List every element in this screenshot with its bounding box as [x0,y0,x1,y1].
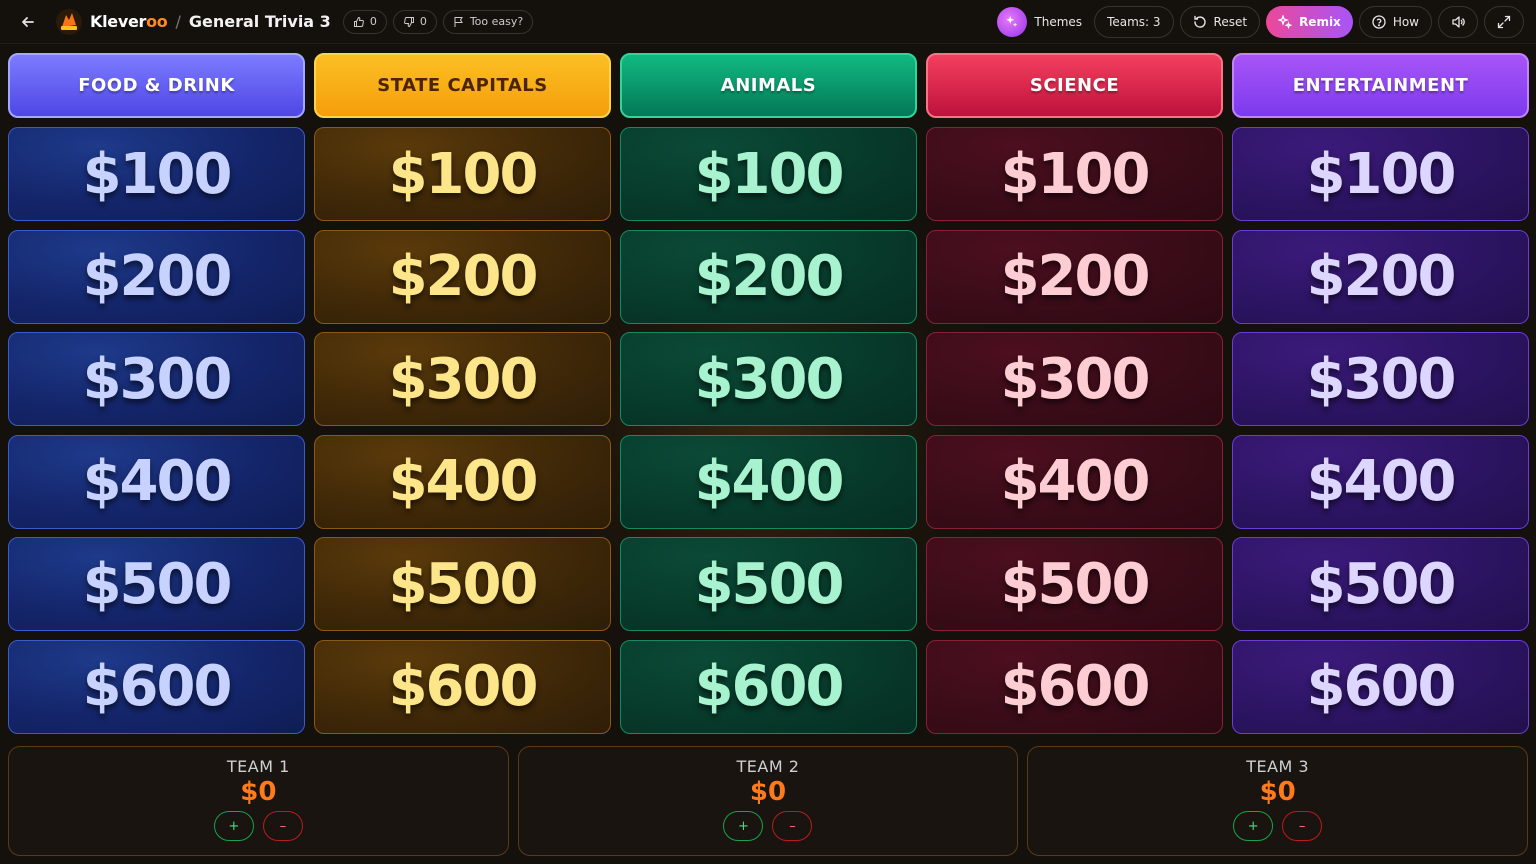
team-score-controls: + – [213,811,303,841]
brand-name-part1: Klever [90,12,147,31]
flag-icon [454,16,463,27]
question-tile[interactable]: $100 [314,127,611,221]
team-name: TEAM 2 [736,757,800,776]
question-tile[interactable]: $100 [1232,127,1529,221]
kleveroo-logo-icon[interactable] [54,7,84,37]
question-tile[interactable]: $600 [620,639,917,734]
question-tile[interactable]: $300 [926,332,1223,426]
team-card: TEAM 1 $0 + – [8,746,509,856]
thumbs-down-icon [403,16,414,27]
question-tile[interactable]: $500 [8,537,305,631]
category-header: STATE CAPITALS [314,53,611,118]
question-tile[interactable]: $200 [1232,229,1529,324]
thumbs-up-icon [353,16,364,27]
remix-button[interactable]: Remix [1266,5,1353,38]
team-card: TEAM 3 $0 + – [1027,746,1528,856]
teams-count-label: Teams: 3 [1107,14,1161,29]
question-tile[interactable]: $500 [1232,537,1529,631]
sound-toggle-button[interactable] [1438,5,1478,38]
question-tile[interactable]: $500 [620,537,917,631]
top-bar-left: Kleveroo / General Trivia 3 0 0 Too easy… [16,7,539,37]
category-column-food-drink: FOOD & DRINK $100 $200 $300 $400 $500 $6… [8,53,305,742]
category-header: FOOD & DRINK [8,53,305,118]
question-tile[interactable]: $300 [314,332,611,426]
expand-icon [1497,15,1511,28]
question-tile[interactable]: $200 [8,229,305,324]
back-arrow-icon[interactable] [16,10,40,34]
too-easy-feedback-button[interactable]: Too easy? [442,9,534,34]
question-tile[interactable]: $100 [926,127,1223,221]
dislike-count: 0 [419,15,427,28]
question-tile[interactable]: $400 [926,434,1223,529]
brand-name-part2: oo [146,12,168,31]
sparkles-icon [997,6,1028,37]
how-label: How [1392,14,1419,29]
question-tile[interactable]: $600 [314,639,611,734]
teams-count-button[interactable]: Teams: 3 [1094,5,1174,38]
breadcrumb-separator: / [175,12,181,31]
team-score: $0 [240,777,277,807]
team-name: TEAM 1 [226,757,290,776]
subtract-points-button[interactable]: – [772,811,813,841]
category-column-animals: ANIMALS $100 $200 $300 $400 $500 $600 [620,53,917,742]
question-tile[interactable]: $100 [620,127,917,221]
category-column-entertainment: ENTERTAINMENT $100 $200 $300 $400 $500 $… [1232,53,1529,742]
team-score: $0 [749,777,787,807]
too-easy-label: Too easy? [469,15,524,28]
question-tile[interactable]: $200 [314,229,611,324]
question-tile[interactable]: $600 [1232,639,1529,734]
game-board: FOOD & DRINK $100 $200 $300 $400 $500 $6… [8,53,1529,742]
themes-label: Themes [1034,14,1083,29]
question-tile[interactable]: $200 [620,229,917,324]
category-column-state-capitals: STATE CAPITALS $100 $200 $300 $400 $500 … [314,53,611,742]
question-tile[interactable]: $500 [926,537,1223,631]
brand-name[interactable]: Kleveroo [90,12,168,31]
team-score-controls: + – [723,811,813,841]
themes-button[interactable]: Themes [997,6,1088,38]
help-circle-icon [1372,14,1386,29]
like-button[interactable]: 0 [342,9,387,34]
remix-label: Remix [1299,14,1341,29]
fullscreen-button[interactable] [1484,5,1524,38]
reset-label: Reset [1213,14,1248,29]
top-bar-right: Themes Teams: 3 Reset Remix How [991,5,1524,38]
category-header: ENTERTAINMENT [1232,53,1529,118]
team-card: TEAM 2 $0 + – [517,746,1019,856]
add-points-button[interactable]: + [1233,811,1274,841]
question-tile[interactable]: $400 [314,434,611,529]
add-points-button[interactable]: + [213,811,254,841]
team-scoreboard: TEAM 1 $0 + – TEAM 2 $0 + – TEAM 3 $0 + … [8,746,1528,856]
question-tile[interactable]: $600 [926,639,1223,734]
category-header: SCIENCE [926,53,1223,118]
game-title: General Trivia 3 [188,12,331,31]
subtract-points-button[interactable]: – [1282,811,1323,841]
reset-button[interactable]: Reset [1179,5,1261,38]
team-name: TEAM 3 [1246,757,1310,776]
question-tile[interactable]: $300 [8,332,305,426]
question-tile[interactable]: $400 [8,434,305,529]
question-tile[interactable]: $400 [620,434,917,529]
question-tile[interactable]: $300 [620,332,917,426]
reset-icon [1193,15,1206,28]
question-tile[interactable]: $600 [8,639,305,734]
how-to-play-button[interactable]: How [1358,5,1432,38]
add-points-button[interactable]: + [723,811,764,841]
category-header: ANIMALS [620,53,917,118]
team-score: $0 [1259,777,1296,807]
question-tile[interactable]: $400 [1232,434,1529,529]
category-column-science: SCIENCE $100 $200 $300 $400 $500 $600 [926,53,1223,742]
top-bar: Kleveroo / General Trivia 3 0 0 Too easy… [0,0,1536,44]
subtract-points-button[interactable]: – [262,811,303,841]
question-tile[interactable]: $200 [926,229,1223,324]
team-score-controls: + – [1233,811,1323,841]
question-tile[interactable]: $100 [8,127,305,221]
dislike-button[interactable]: 0 [392,9,437,34]
like-count: 0 [369,15,377,28]
question-tile[interactable]: $500 [314,537,611,631]
speaker-icon [1452,15,1465,28]
remix-sparkles-icon [1278,14,1293,29]
question-tile[interactable]: $300 [1232,332,1529,426]
